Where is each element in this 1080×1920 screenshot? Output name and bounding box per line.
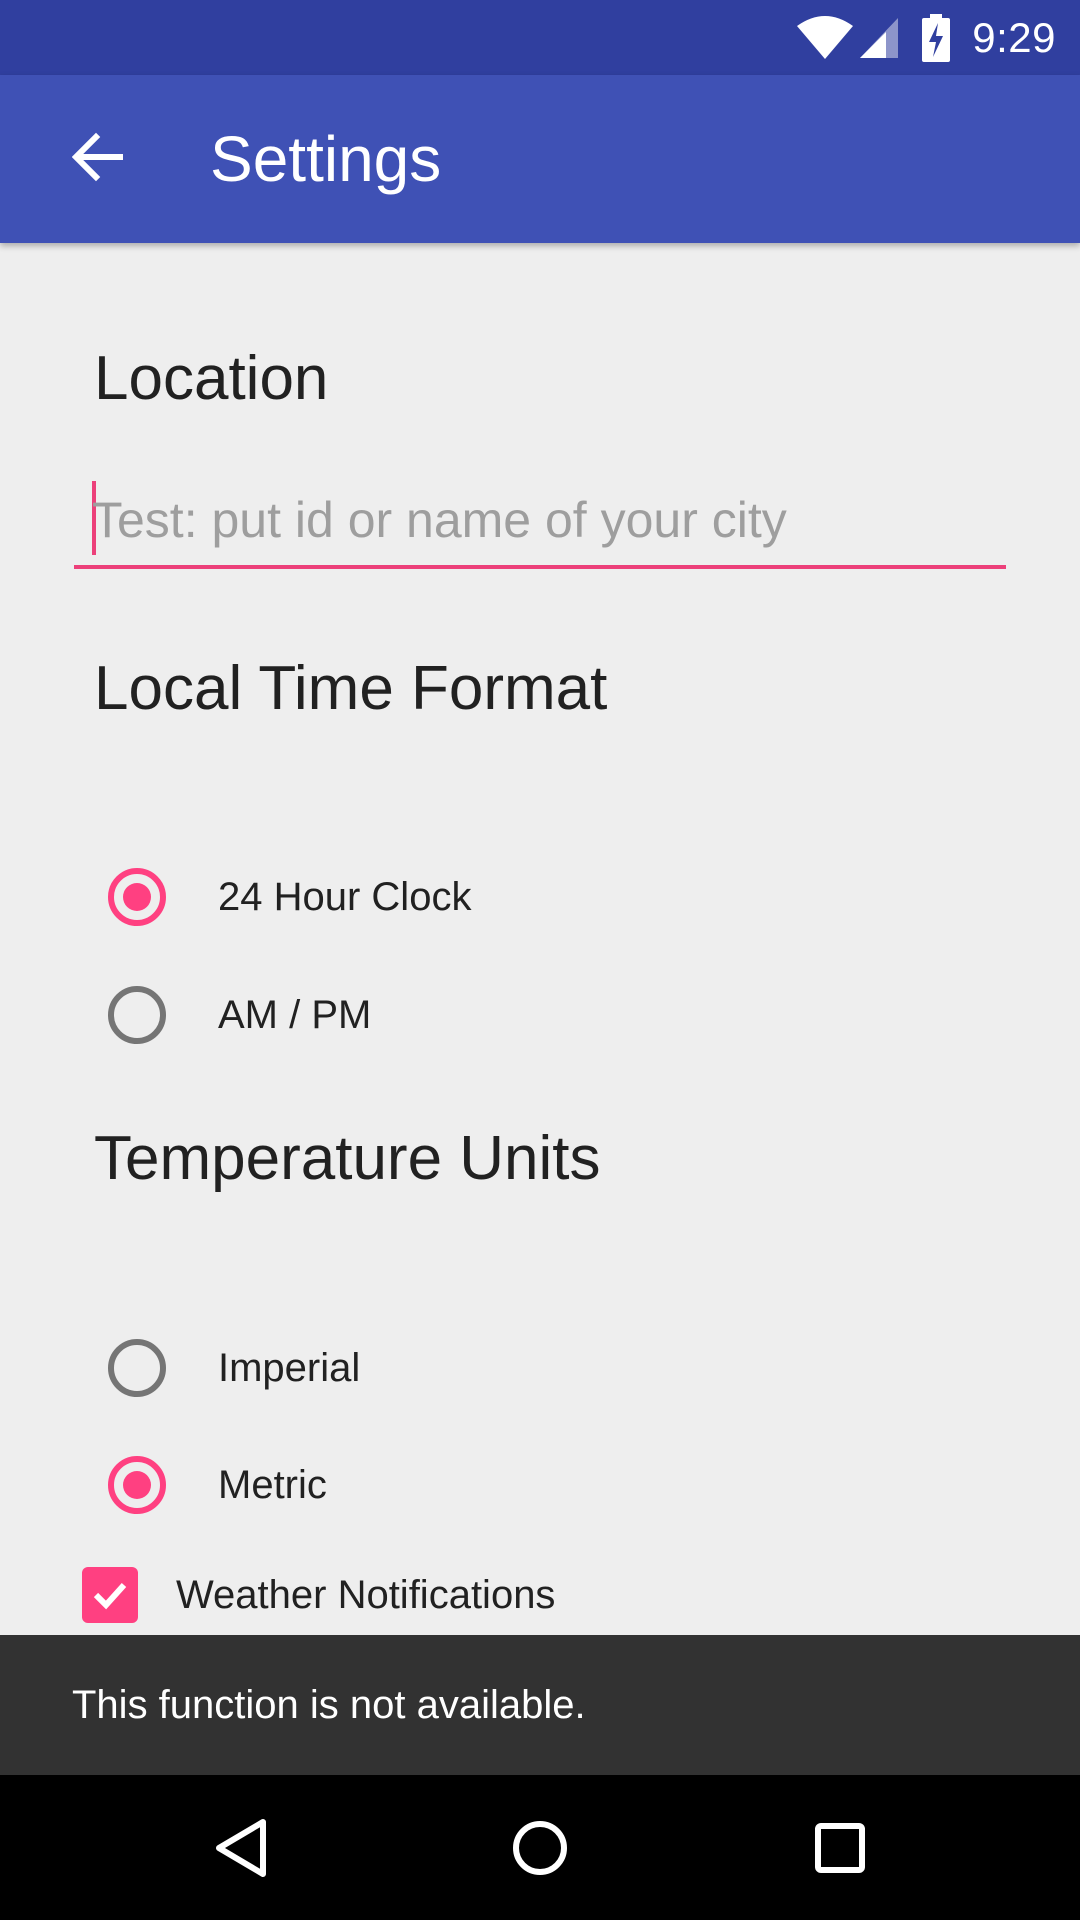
weather-notifications-checkbox[interactable]: Weather Notifications	[82, 1555, 782, 1635]
time-format-title: Local Time Format	[94, 654, 608, 723]
arrow-back-icon	[71, 131, 124, 188]
nav-back-button[interactable]	[161, 1775, 321, 1920]
snackbar-message: This function is not available.	[72, 1683, 586, 1727]
navigation-bar	[0, 1775, 1080, 1920]
wifi-icon	[796, 15, 854, 60]
radio-label: AM / PM	[218, 992, 372, 1037]
radio-am-pm[interactable]: AM / PM	[108, 970, 628, 1060]
radio-label: Imperial	[218, 1345, 361, 1390]
radio-label: Metric	[218, 1462, 327, 1507]
temperature-units-title: Temperature Units	[94, 1124, 601, 1193]
status-time: 9:29	[972, 13, 1056, 61]
recents-square-icon	[815, 1822, 865, 1873]
back-button[interactable]	[71, 129, 156, 189]
location-field[interactable]	[74, 477, 1006, 569]
snackbar: This function is not available.	[0, 1635, 1080, 1775]
radio-24-hour-clock[interactable]: 24 Hour Clock	[108, 852, 628, 942]
nav-home-button[interactable]	[460, 1775, 620, 1920]
location-input[interactable]	[92, 477, 992, 563]
status-bar: 9:29	[0, 0, 1080, 75]
battery-charging-icon	[922, 13, 951, 62]
page-title: Settings	[210, 123, 442, 195]
app-bar: Settings	[0, 75, 1080, 243]
check-icon	[93, 1582, 127, 1610]
radio-button-checked[interactable]	[108, 868, 166, 926]
radio-button-unchecked[interactable]	[108, 986, 166, 1044]
checkbox-label: Weather Notifications	[176, 1572, 556, 1617]
radio-button-checked[interactable]	[108, 1456, 166, 1514]
status-icons: 9:29	[796, 0, 1056, 75]
radio-label: 24 Hour Clock	[218, 874, 472, 919]
radio-metric[interactable]: Metric	[108, 1440, 628, 1530]
location-title: Location	[94, 344, 329, 413]
radio-button-unchecked[interactable]	[108, 1339, 166, 1397]
nav-recents-button[interactable]	[760, 1775, 920, 1920]
home-circle-icon	[513, 1820, 567, 1875]
radio-imperial[interactable]: Imperial	[108, 1323, 628, 1413]
checkbox-checked[interactable]	[82, 1567, 138, 1623]
cell-signal-icon	[858, 16, 900, 60]
back-triangle-icon	[216, 1818, 266, 1877]
